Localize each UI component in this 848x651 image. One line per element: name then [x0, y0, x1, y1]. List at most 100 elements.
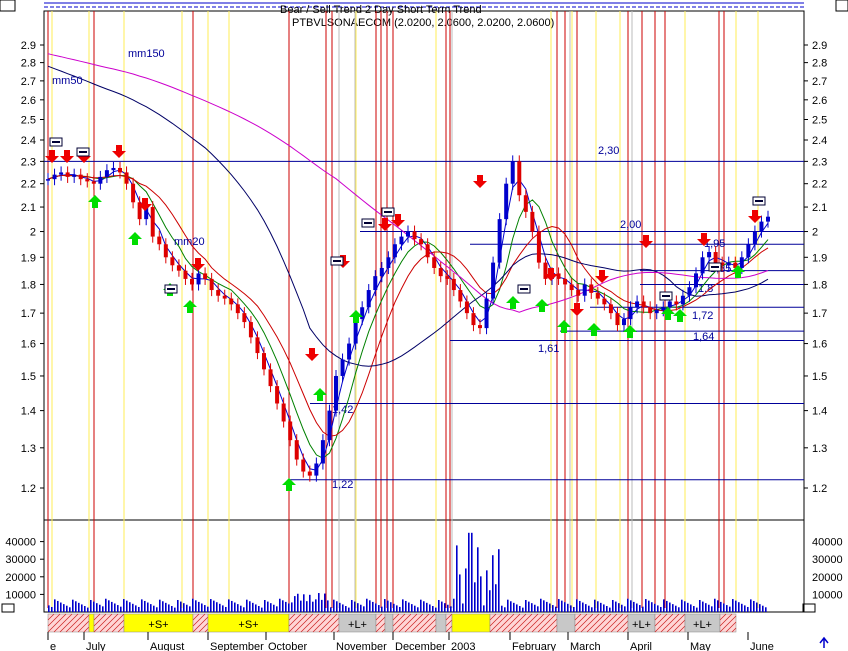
candle-body — [111, 167, 116, 171]
volume-bar — [549, 603, 551, 612]
volume-bar — [231, 600, 233, 612]
candle-body — [216, 290, 221, 296]
volume-bar — [144, 600, 146, 612]
volume-bar — [510, 601, 512, 612]
volume-bar — [450, 606, 452, 612]
volume-bar — [648, 600, 650, 612]
volume-bar — [585, 604, 587, 612]
candle-body — [131, 183, 136, 203]
volume-bar — [297, 593, 299, 612]
candle-body — [563, 278, 568, 285]
volume-bar — [123, 599, 125, 612]
volume-bar — [765, 607, 767, 612]
candle-body — [517, 161, 522, 196]
volume-bar — [93, 601, 95, 612]
signal-band-segment — [451, 613, 491, 633]
volume-bar — [171, 606, 173, 612]
signal-band-segment — [375, 613, 386, 633]
candle-body — [392, 244, 397, 258]
volume-bar — [420, 599, 422, 612]
candle-body — [484, 298, 489, 329]
candle-body — [235, 304, 240, 314]
candle-body — [190, 278, 194, 285]
volume-bar — [624, 606, 626, 612]
volume-bar — [249, 601, 251, 612]
price-tick-label-right: 1.5 — [812, 371, 827, 383]
volume-bar — [63, 604, 65, 612]
volume-bar — [348, 607, 350, 612]
candle-body — [406, 231, 410, 237]
price-tick-label-left: 1.8 — [21, 279, 36, 291]
volume-bar — [708, 604, 710, 612]
volume-bar — [489, 590, 491, 612]
candle-body — [347, 343, 352, 360]
signal-band-label: +S+ — [148, 619, 168, 631]
volume-bar — [270, 603, 272, 612]
volume-bar — [516, 604, 518, 612]
candle-body — [661, 307, 666, 311]
volume-bar — [255, 604, 257, 612]
volume-bar — [303, 594, 305, 612]
volume-bar — [126, 600, 128, 612]
volume-tick-label-left: 40000 — [5, 537, 36, 549]
volume-bar — [525, 599, 527, 612]
volume-bar — [687, 602, 689, 612]
volume-bar — [108, 600, 110, 612]
candle-body — [320, 440, 325, 464]
volume-bar — [747, 606, 749, 612]
volume-tick-label-right: 40000 — [812, 537, 843, 549]
candle-body — [327, 410, 332, 441]
candle-body — [104, 170, 109, 177]
volume-bar — [96, 603, 98, 612]
volume-bar — [636, 603, 638, 612]
volume-bar — [66, 605, 68, 612]
volume-bar — [132, 603, 134, 612]
volume-bar — [480, 576, 482, 612]
volume-bar — [579, 600, 581, 612]
volume-bar — [534, 604, 536, 612]
candle-body — [667, 301, 672, 308]
volume-bar — [552, 605, 554, 612]
volume-bar — [762, 605, 764, 612]
volume-bar — [717, 600, 719, 612]
volume-bar — [333, 599, 335, 612]
volume-bar — [543, 600, 545, 612]
volume-bar — [735, 600, 737, 612]
candle-body — [366, 290, 371, 308]
volume-bar — [105, 598, 107, 612]
candle-body — [65, 172, 70, 177]
volume-bar — [681, 599, 683, 612]
volume-bar — [369, 600, 371, 612]
volume-bar — [378, 605, 380, 612]
price-tick-label-left: 1.2 — [21, 483, 36, 495]
volume-bar — [750, 599, 752, 612]
candle-body — [680, 295, 685, 305]
candle-body — [222, 295, 227, 299]
volume-bar — [597, 601, 599, 612]
candle-body — [569, 284, 574, 291]
month-label: e — [50, 641, 56, 651]
candle-body — [118, 167, 122, 173]
month-label: April — [630, 641, 652, 651]
price-tick-label-left: 2.9 — [21, 40, 36, 52]
volume-bar — [741, 603, 743, 612]
candle-body — [510, 161, 515, 184]
volume-bar — [243, 607, 245, 612]
volume-bar — [468, 532, 470, 612]
volume-bar — [501, 605, 503, 612]
volume-bar — [630, 600, 632, 612]
volume-bar — [615, 601, 617, 612]
volume-bar — [507, 599, 509, 612]
volume-bar — [201, 603, 203, 612]
month-label: July — [86, 641, 106, 651]
candle-body — [628, 307, 633, 320]
volume-bar — [294, 596, 296, 612]
ma-label-20: mm20 — [174, 236, 205, 248]
candle-body — [183, 270, 188, 279]
volume-bar — [567, 603, 569, 612]
candle-body — [707, 252, 712, 258]
price-tick-label-left: 2.3 — [21, 156, 36, 168]
candle-body — [72, 174, 77, 177]
candle-body — [726, 262, 731, 266]
candle-body — [530, 211, 535, 232]
